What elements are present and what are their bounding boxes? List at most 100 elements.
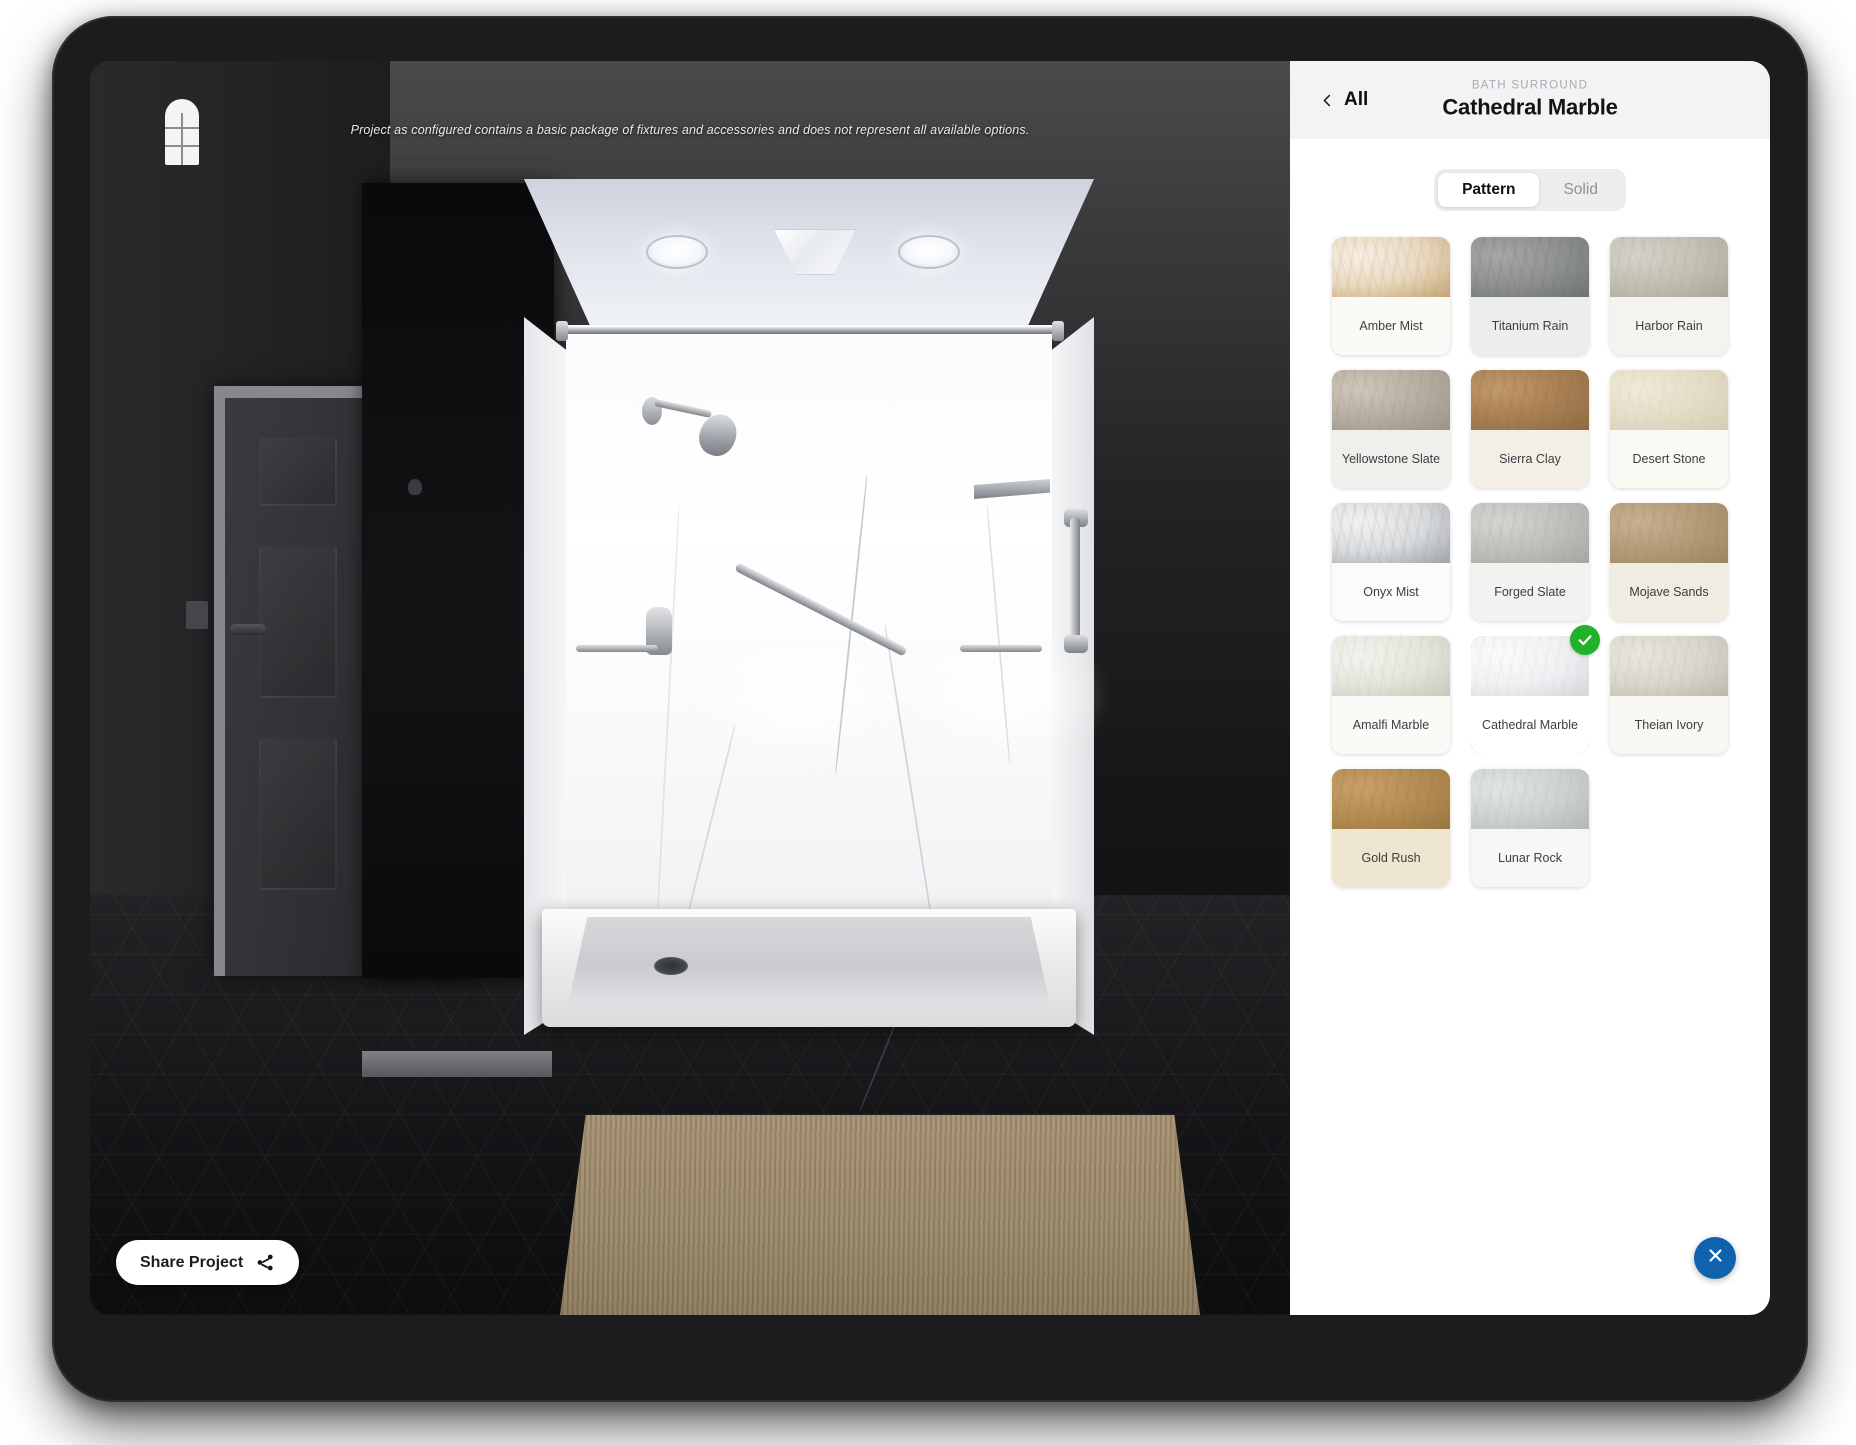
swatch-label: Sierra Clay	[1471, 430, 1589, 488]
tab-solid[interactable]: Solid	[1539, 173, 1621, 207]
door-panel	[259, 546, 337, 698]
back-button-label: All	[1344, 89, 1369, 110]
swatch-inner: Onyx Mist	[1332, 503, 1450, 621]
tablet-device-frame: Project as configured contains a basic p…	[52, 16, 1808, 1402]
swatch-amalfi-marble[interactable]: Amalfi Marble	[1332, 636, 1450, 754]
swatch-mojave-sands[interactable]: Mojave Sands	[1610, 503, 1728, 621]
swatch-inner: Amalfi Marble	[1332, 636, 1450, 754]
swatch-texture	[1332, 769, 1450, 829]
share-icon	[256, 1253, 275, 1272]
swatch-titanium-rain[interactable]: Titanium Rain	[1471, 237, 1589, 355]
swatch-texture	[1471, 370, 1589, 430]
swatch-label: Amalfi Marble	[1332, 696, 1450, 754]
back-to-all-button[interactable]: All	[1320, 89, 1368, 111]
towel-hook	[408, 479, 422, 495]
swatch-inner: Desert Stone	[1610, 370, 1728, 488]
swatch-inner: Gold Rush	[1332, 769, 1450, 887]
swatch-inner: Forged Slate	[1471, 503, 1589, 621]
tab-pattern[interactable]: Pattern	[1438, 173, 1540, 207]
selected-check-badge	[1570, 625, 1600, 655]
swatch-texture	[1610, 237, 1728, 297]
swatch-gold-rush[interactable]: Gold Rush	[1332, 769, 1450, 887]
window-mullion-vertical	[181, 113, 183, 165]
swatch-harbor-rain[interactable]: Harbor Rain	[1610, 237, 1728, 355]
material-options-panel: All BATH SURROUND Cathedral Marble Patte…	[1290, 61, 1770, 1315]
swatch-label: Yellowstone Slate	[1332, 430, 1450, 488]
arched-window-icon	[165, 99, 199, 165]
swatch-texture	[1610, 370, 1728, 430]
marble-vein	[656, 505, 680, 925]
curtain-rod-flange	[1052, 321, 1064, 341]
panel-body: Pattern Solid Amber Mist Titanium Rain Har…	[1290, 139, 1770, 1315]
swatch-inner: Harbor Rain	[1610, 237, 1728, 355]
door-panel	[259, 438, 337, 506]
swatch-label: Mojave Sands	[1610, 563, 1728, 621]
window-mullion-horizontal	[165, 127, 199, 129]
shower-base	[542, 909, 1076, 1027]
swatch-label: Cathedral Marble	[1471, 696, 1589, 754]
close-icon	[1707, 1247, 1724, 1269]
soap-ledge-left	[576, 645, 658, 652]
shower-base-floor	[568, 917, 1050, 1005]
screenshot-root: Project as configured contains a basic p…	[0, 0, 1856, 1445]
swatch-texture	[1471, 503, 1589, 563]
swatch-texture	[1471, 769, 1589, 829]
bath-mat	[560, 1115, 1200, 1315]
baseboard	[362, 1051, 552, 1077]
swatch-inner: Cathedral Marble	[1471, 636, 1589, 754]
curtain-rod-flange	[556, 321, 568, 341]
swatch-inner: Sierra Clay	[1471, 370, 1589, 488]
shower-enclosure[interactable]	[524, 179, 1106, 1113]
tablet-screen: Project as configured contains a basic p…	[90, 61, 1770, 1315]
swatch-sierra-clay[interactable]: Sierra Clay	[1471, 370, 1589, 488]
close-panel-button[interactable]	[1694, 1237, 1736, 1279]
bathroom-render-viewport[interactable]: Project as configured contains a basic p…	[90, 61, 1290, 1315]
recessed-light	[646, 235, 708, 269]
swatch-texture	[1332, 237, 1450, 297]
swatch-label: Onyx Mist	[1332, 563, 1450, 621]
swatch-amber-mist[interactable]: Amber Mist	[1332, 237, 1450, 355]
pattern-solid-toggle-wrap: Pattern Solid	[1290, 169, 1770, 211]
shower-curtain-rod	[562, 327, 1056, 334]
swatch-label: Gold Rush	[1332, 829, 1450, 887]
swatch-label: Titanium Rain	[1471, 297, 1589, 355]
shower-drain	[654, 957, 688, 975]
swatch-label: Theian Ivory	[1610, 696, 1728, 754]
window-mullion-horizontal	[165, 145, 199, 147]
window-panes	[165, 99, 199, 165]
recessed-light	[898, 235, 960, 269]
swatch-inner: Yellowstone Slate	[1332, 370, 1450, 488]
door-handle	[230, 624, 266, 635]
light-switch-plate	[186, 601, 208, 629]
door-panel	[259, 738, 337, 890]
swatch-label: Amber Mist	[1332, 297, 1450, 355]
share-project-button[interactable]: Share Project	[116, 1240, 300, 1285]
swatch-yellowstone-slate[interactable]: Yellowstone Slate	[1332, 370, 1450, 488]
vertical-grab-bar	[1070, 517, 1080, 645]
swatch-label: Forged Slate	[1471, 563, 1589, 621]
swatch-forged-slate[interactable]: Forged Slate	[1471, 503, 1589, 621]
swatch-texture	[1610, 503, 1728, 563]
panel-header: All BATH SURROUND Cathedral Marble	[1290, 61, 1770, 139]
swatch-inner: Amber Mist	[1332, 237, 1450, 355]
swatch-texture	[1332, 503, 1450, 563]
swatch-texture	[1471, 237, 1589, 297]
swatch-inner: Theian Ivory	[1610, 636, 1728, 754]
pattern-solid-toggle[interactable]: Pattern Solid	[1434, 169, 1626, 211]
share-project-label: Share Project	[140, 1253, 244, 1271]
swatch-grid: Amber Mist Titanium Rain Harbor Rain Yellow…	[1290, 237, 1770, 887]
swatch-label: Harbor Rain	[1610, 297, 1728, 355]
swatch-lunar-rock[interactable]: Lunar Rock	[1471, 769, 1589, 887]
swatch-theian-ivory[interactable]: Theian Ivory	[1610, 636, 1728, 754]
swatch-desert-stone[interactable]: Desert Stone	[1610, 370, 1728, 488]
swatch-cathedral-marble[interactable]: Cathedral Marble	[1471, 625, 1600, 754]
swatch-label: Lunar Rock	[1471, 829, 1589, 887]
swatch-inner: Titanium Rain	[1471, 237, 1589, 355]
swatch-inner: Lunar Rock	[1471, 769, 1589, 887]
swatch-onyx-mist[interactable]: Onyx Mist	[1332, 503, 1450, 621]
marble-vein	[680, 725, 736, 939]
grab-bar-flange	[1064, 635, 1088, 653]
swatch-texture	[1610, 636, 1728, 696]
swatch-label: Desert Stone	[1610, 430, 1728, 488]
soap-ledge-right	[960, 645, 1042, 652]
